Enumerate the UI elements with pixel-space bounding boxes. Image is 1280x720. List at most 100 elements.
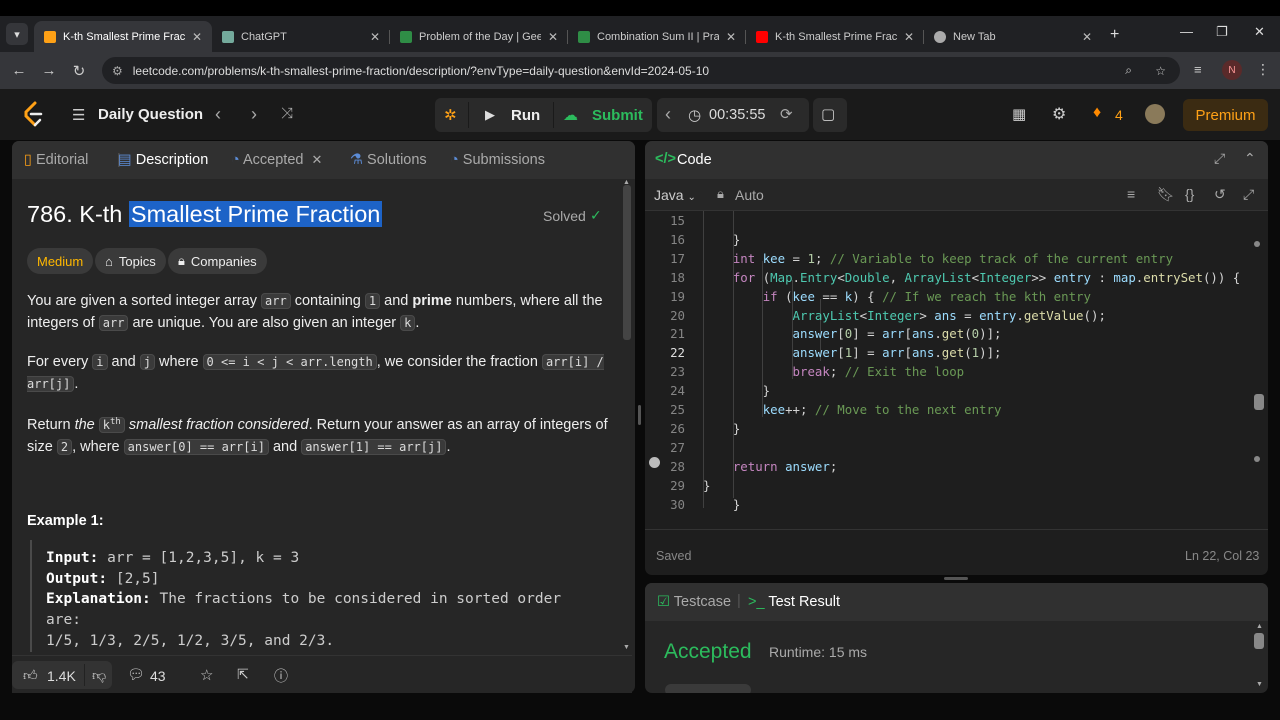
browser-menu-icon[interactable]: ⋮ <box>1256 61 1270 78</box>
close-tab-icon[interactable]: ✕ <box>726 30 736 44</box>
back-icon[interactable]: ← <box>4 62 34 79</box>
code-line[interactable]: 28 return answer; <box>645 457 1265 476</box>
code-line[interactable]: 30 } <box>645 495 1265 514</box>
tab-testcase[interactable]: ☑ Testcase <box>657 594 731 610</box>
new-tab-plus-icon[interactable]: + <box>1110 26 1119 44</box>
auto-mode-label[interactable]: Auto <box>735 187 764 203</box>
vertical-resize-handle[interactable] <box>944 577 968 580</box>
media-control-icon[interactable]: ≡ <box>1194 62 1202 77</box>
browser-tab-1[interactable]: ChatGPT ✕ <box>212 21 390 52</box>
code-line[interactable]: 19 if (kee == k) { // If we reach the kt… <box>645 287 1265 306</box>
code-line[interactable]: 21 answer[0] = arr[ans.get(0)]; <box>645 324 1265 343</box>
code-line[interactable]: 27 <box>645 438 1265 457</box>
scroll-down-icon[interactable]: ▼ <box>1256 681 1263 688</box>
panel-resize-handle[interactable] <box>638 405 641 425</box>
reset-code-icon[interactable]: ↺ <box>1214 186 1226 203</box>
code-line[interactable]: 22 answer[1] = arr[ans.get(1)]; <box>645 343 1265 362</box>
reload-icon[interactable]: ↻ <box>64 62 94 80</box>
browser-tab-3[interactable]: Combination Sum II | Pract ✕ <box>568 21 746 52</box>
collapse-up-icon[interactable]: ⌃ <box>1244 150 1256 167</box>
zoom-icon[interactable]: ⌕ <box>1125 63 1132 78</box>
code-scroll-marker[interactable] <box>1254 241 1260 247</box>
result-scroll-thumb[interactable] <box>1254 633 1264 649</box>
code-line[interactable]: 18 for (Map.Entry<Double, ArrayList<Inte… <box>645 268 1265 287</box>
bookmark-icon[interactable]: 🔖︎ <box>1157 186 1175 203</box>
forward-icon[interactable]: → <box>34 62 64 79</box>
timer-display[interactable]: 00:35:55 <box>709 107 765 123</box>
submit-button[interactable]: Submit <box>592 107 643 124</box>
scroll-up-icon[interactable]: ▲ <box>1256 623 1263 630</box>
close-tab-icon[interactable]: ✕ <box>904 30 914 44</box>
problem-list-icon[interactable]: ☰ <box>72 106 85 124</box>
tab-search-button[interactable]: ▾ <box>6 23 28 45</box>
fullscreen-icon[interactable]: ⤢ <box>1243 186 1254 203</box>
code-line[interactable]: 24 } <box>645 381 1265 400</box>
help-icon[interactable]: ⓘ <box>274 666 288 686</box>
comment-count[interactable]: 43 <box>150 668 166 684</box>
case-tab[interactable] <box>665 684 751 693</box>
daily-question-title[interactable]: Daily Question <box>98 106 203 123</box>
code-line[interactable]: 25 kee++; // Move to the next entry <box>645 400 1265 419</box>
minimize-icon[interactable]: — <box>1180 24 1193 39</box>
code-line[interactable]: 26 } <box>645 419 1265 438</box>
share-icon[interactable]: ⇱ <box>237 666 249 683</box>
breakpoint-marker-icon[interactable] <box>649 457 660 468</box>
thumbs-down-icon[interactable]: 👎︎ <box>92 667 106 684</box>
close-tab-icon[interactable]: ✕ <box>370 30 380 44</box>
browser-tab-0[interactable]: K-th Smallest Prime Fractio ✕ <box>34 21 212 52</box>
debug-icon[interactable]: ✲ <box>444 106 457 124</box>
code-line[interactable]: 15 <box>645 211 1265 230</box>
maximize-icon[interactable]: ⤢ <box>1214 150 1225 167</box>
restore-icon[interactable]: ❐ <box>1216 24 1228 40</box>
close-window-icon[interactable]: ✕ <box>1254 24 1265 40</box>
browser-tab-4[interactable]: K-th Smallest Prime Fractio ✕ <box>746 21 924 52</box>
code-line[interactable]: 23 break; // Exit the loop <box>645 362 1265 381</box>
tab-editorial[interactable]: ▯ Editorial <box>24 152 88 168</box>
bookmark-star-icon[interactable]: ☆ <box>1155 64 1166 78</box>
topics-button[interactable]: ⌂ Topics <box>95 248 166 274</box>
scroll-down-icon[interactable]: ▼ <box>623 644 630 651</box>
comment-icon[interactable]: 💬︎ <box>127 666 145 683</box>
thumbs-up-icon[interactable]: 👍︎ <box>23 667 38 684</box>
shuffle-icon[interactable]: ⤨ <box>281 105 293 122</box>
close-tab-icon[interactable]: ✕ <box>192 30 202 44</box>
favorite-star-icon[interactable]: ☆ <box>200 666 213 684</box>
premium-button[interactable]: Premium <box>1183 99 1268 131</box>
tab-test-result[interactable]: >_ Test Result <box>748 594 840 610</box>
code-line[interactable]: 17 int kee = 1; // Variable to keep trac… <box>645 249 1265 268</box>
site-info-icon[interactable]: ⚙ <box>112 64 123 78</box>
tab-description[interactable]: ▤ Description <box>118 152 208 168</box>
user-avatar[interactable] <box>1145 104 1165 124</box>
tab-solutions[interactable]: ⚗ Solutions <box>350 152 427 168</box>
scroll-up-icon[interactable]: ▲ <box>623 179 630 186</box>
close-tab-icon[interactable]: ✕ <box>548 30 558 44</box>
like-count[interactable]: 1.4K <box>47 668 76 684</box>
code-scroll-marker[interactable] <box>1254 456 1260 462</box>
code-editor[interactable]: 15 16 } 17 int kee = 1; // Variable to ke… <box>645 211 1255 531</box>
description-scrollbar[interactable] <box>623 185 631 340</box>
code-line[interactable]: 29} <box>645 476 1265 495</box>
prev-problem-icon[interactable]: ‹ <box>215 104 221 125</box>
code-line[interactable]: 16 } <box>645 230 1265 249</box>
close-tab-icon[interactable]: ✕ <box>1082 30 1092 44</box>
code-line[interactable]: 20 ArrayList<Integer> ans = entry.getVal… <box>645 306 1265 325</box>
profile-avatar[interactable]: N <box>1222 60 1242 80</box>
next-problem-icon[interactable]: › <box>251 104 257 125</box>
streak-count[interactable]: 4 <box>1115 107 1123 123</box>
braces-icon[interactable]: {} <box>1185 186 1194 202</box>
collapse-timer-icon[interactable]: ‹ <box>665 104 671 125</box>
tab-submissions[interactable]: ◔ Submissions <box>450 152 545 168</box>
language-select[interactable]: Java ⌄ <box>654 187 696 203</box>
code-scroll-thumb[interactable] <box>1254 394 1264 410</box>
leetcode-logo-icon[interactable] <box>22 101 44 127</box>
tab-accepted[interactable]: ◔ Accepted ✕ <box>231 152 322 168</box>
layout-grid-icon[interactable]: ▦ <box>1012 105 1026 123</box>
run-button[interactable]: Run <box>511 107 540 124</box>
browser-tab-2[interactable]: Problem of the Day | Geeks ✕ <box>390 21 568 52</box>
format-icon[interactable]: ≡ <box>1127 186 1135 202</box>
reset-timer-icon[interactable]: ⟳ <box>780 105 793 123</box>
close-tab-icon[interactable]: ✕ <box>312 152 323 167</box>
companies-button[interactable]: 🔒︎ Companies <box>168 248 267 274</box>
settings-gear-icon[interactable]: ⚙ <box>1052 104 1066 124</box>
url-bar[interactable]: ⚙ leetcode.com/problems/k-th-smallest-pr… <box>102 57 1180 84</box>
